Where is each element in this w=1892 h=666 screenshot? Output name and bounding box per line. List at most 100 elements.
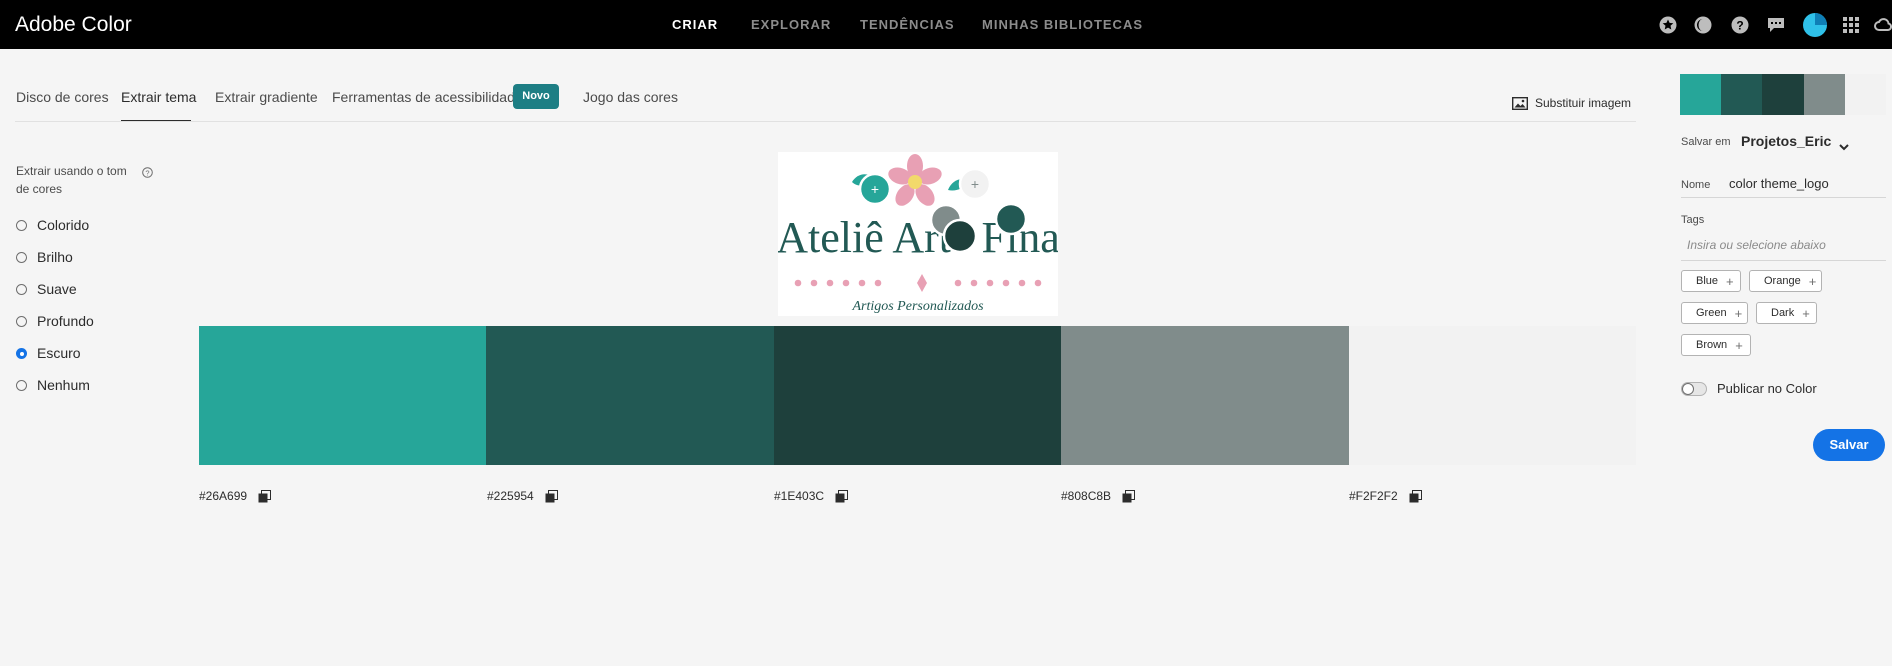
theme-preview	[1680, 74, 1887, 115]
radio-label: Colorido	[37, 217, 90, 233]
radio-button[interactable]	[16, 379, 27, 391]
preview-swatch-2	[1721, 74, 1763, 115]
info-icon[interactable]: ?	[142, 165, 153, 178]
tab-ferramentas-acessibilidade[interactable]: Ferramentas de acessibilidade	[332, 89, 523, 105]
copy-icon[interactable]	[258, 489, 272, 503]
plus-icon: +	[1726, 273, 1734, 289]
tag-orange[interactable]: Orange +	[1749, 270, 1822, 292]
tags-label: Tags	[1681, 214, 1705, 226]
hex-code-3: #1E403C	[774, 489, 849, 503]
preview-swatch-5	[1844, 74, 1887, 115]
replace-image-button[interactable]: Substituir imagem	[1511, 96, 1632, 110]
extract-mood-label: Extrair usando o tom de cores	[16, 164, 127, 196]
tag-label: Brown	[1696, 339, 1728, 351]
hex-value[interactable]: #808C8B	[1061, 489, 1111, 503]
swatch-1[interactable]	[199, 326, 487, 465]
tag-dark[interactable]: Dark +	[1756, 302, 1817, 324]
radio-button[interactable]	[16, 315, 27, 327]
new-badge: Novo	[513, 84, 559, 109]
radio-label: Escuro	[37, 345, 81, 361]
palette-swatches	[199, 326, 1637, 465]
hex-value[interactable]: #1E403C	[774, 489, 824, 503]
radio-label: Nenhum	[37, 377, 90, 393]
star-icon[interactable]	[1659, 16, 1677, 34]
tags-input[interactable]: Insira ou selecione abaixo	[1687, 238, 1826, 252]
hex-code-5: #F2F2F2	[1349, 489, 1422, 503]
publish-toggle-row: Publicar no Color	[1681, 381, 1817, 396]
hex-code-1: #26A699	[199, 489, 272, 503]
hex-value[interactable]: #26A699	[199, 489, 247, 503]
tag-green[interactable]: Green +	[1681, 302, 1748, 324]
copy-icon[interactable]	[545, 489, 558, 503]
nav-explorar[interactable]: EXPLORAR	[751, 17, 831, 32]
plus-icon: +	[1802, 305, 1810, 321]
swatch-5[interactable]	[1348, 326, 1637, 465]
plus-icon: +	[1808, 273, 1817, 289]
nav-criar[interactable]: CRIAR	[672, 17, 718, 32]
project-dropdown[interactable]: Projetos_Eric	[1741, 133, 1849, 150]
name-underline	[1681, 197, 1886, 198]
hex-value[interactable]: #225954	[487, 489, 534, 503]
replace-image-label: Substituir imagem	[1535, 96, 1632, 110]
theme-icon[interactable]	[1694, 16, 1712, 34]
radio-profundo[interactable]: Profundo	[16, 313, 94, 329]
swatch-2[interactable]	[486, 326, 774, 465]
copy-icon[interactable]	[1122, 489, 1136, 503]
svg-text:+: +	[971, 176, 979, 192]
tab-jogo-das-cores[interactable]: Jogo das cores	[583, 89, 678, 105]
radio-button[interactable]	[16, 283, 27, 295]
image-subtitle-text: Artigos Personalizados	[851, 299, 984, 314]
radio-button[interactable]	[16, 219, 27, 231]
tag-brown[interactable]: Brown +	[1681, 334, 1751, 356]
source-image: Ateliê Arte Fina Artigos Personalizados …	[778, 152, 1058, 316]
avatar[interactable]	[1803, 13, 1827, 37]
project-name: Projetos_Eric	[1741, 133, 1832, 149]
svg-text:?: ?	[1736, 19, 1743, 33]
save-button[interactable]: Salvar	[1813, 429, 1885, 461]
tabs-divider	[15, 121, 1636, 122]
help-icon[interactable]: ?	[1731, 16, 1749, 34]
radio-button-selected[interactable]	[16, 347, 27, 359]
swatch-3[interactable]	[773, 326, 1062, 465]
svg-text:+: +	[871, 181, 879, 197]
plus-icon: +	[1734, 305, 1743, 321]
preview-swatch-1	[1680, 74, 1722, 115]
tag-label: Blue	[1696, 275, 1719, 287]
tab-disco-de-cores[interactable]: Disco de cores	[16, 89, 109, 105]
radio-label: Profundo	[37, 313, 94, 329]
radio-label: Suave	[37, 281, 77, 297]
tag-label: Orange	[1764, 275, 1801, 287]
radio-nenhum[interactable]: Nenhum	[16, 377, 90, 393]
hex-value[interactable]: #F2F2F2	[1349, 489, 1398, 503]
hex-code-2: #225954	[487, 489, 558, 503]
plus-icon: +	[1735, 337, 1743, 353]
tag-blue[interactable]: Blue +	[1681, 270, 1741, 292]
tab-extrair-tema[interactable]: Extrair tema	[121, 89, 196, 105]
publish-label: Publicar no Color	[1717, 381, 1817, 396]
radio-colorido[interactable]: Colorido	[16, 217, 89, 233]
preview-swatch-4	[1803, 74, 1845, 115]
apps-grid-icon[interactable]	[1842, 16, 1860, 34]
feedback-icon[interactable]	[1767, 16, 1785, 34]
radio-brilho[interactable]: Brilho	[16, 249, 73, 265]
app-title[interactable]: Adobe Color	[15, 13, 132, 37]
preview-swatch-3	[1762, 74, 1804, 115]
tab-extrair-gradiente[interactable]: Extrair gradiente	[215, 89, 318, 105]
radio-escuro[interactable]: Escuro	[16, 345, 81, 361]
copy-icon[interactable]	[1409, 489, 1422, 503]
image-icon	[1511, 96, 1529, 110]
copy-icon[interactable]	[835, 489, 849, 503]
radio-button[interactable]	[16, 251, 27, 263]
hex-code-4: #808C8B	[1061, 489, 1136, 503]
name-input[interactable]: color theme_logo	[1729, 176, 1829, 191]
tag-label: Green	[1696, 307, 1727, 319]
radio-suave[interactable]: Suave	[16, 281, 77, 297]
nav-tendencias[interactable]: TENDÊNCIAS	[860, 17, 955, 32]
nav-minhas-bibliotecas[interactable]: MINHAS BIBLIOTECAS	[982, 17, 1143, 32]
publish-toggle[interactable]	[1681, 381, 1707, 396]
top-bar: Adobe Color CRIAR EXPLORAR TENDÊNCIAS MI…	[0, 0, 1892, 49]
radio-label: Brilho	[37, 249, 73, 265]
swatch-4[interactable]	[1061, 326, 1349, 465]
name-label: Nome	[1681, 179, 1711, 191]
creative-cloud-icon[interactable]	[1874, 16, 1892, 34]
